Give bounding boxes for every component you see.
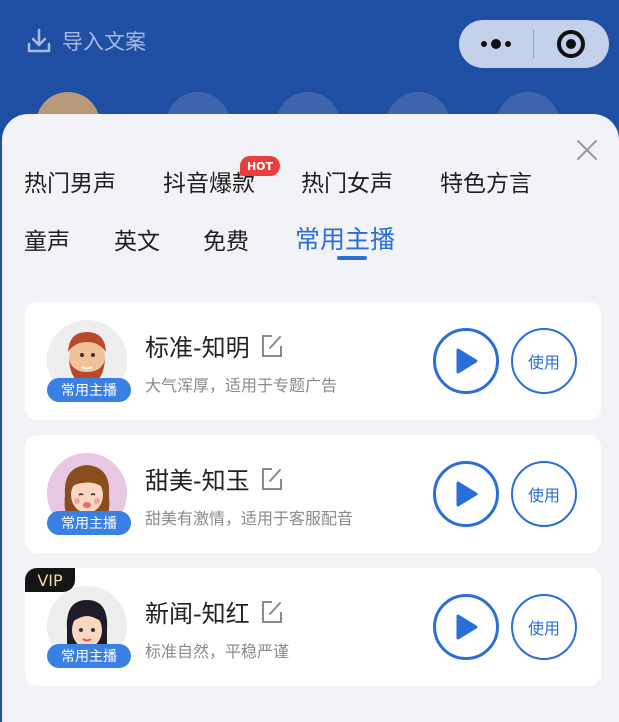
miniprogram-capsule xyxy=(459,20,609,68)
play-icon xyxy=(456,348,478,374)
active-tab-indicator xyxy=(337,256,367,260)
play-button[interactable] xyxy=(433,461,499,527)
tab-common-anchors[interactable]: 常用主播 xyxy=(295,220,395,256)
use-button[interactable]: 使用 xyxy=(511,328,577,394)
voice-picker-sheet: 热门男声 抖音爆款 HOT 热门女声 特色方言 童声 英文 免费 常用主播 常用… xyxy=(2,114,619,722)
edit-icon[interactable] xyxy=(258,465,286,493)
tab-dialects[interactable]: 特色方言 xyxy=(440,164,532,198)
voice-name: 新闻-知红 xyxy=(145,600,250,628)
voice-description: 标准自然，平稳严谨 xyxy=(145,642,290,661)
tab-children[interactable]: 童声 xyxy=(24,222,70,256)
tab-hot-male[interactable]: 热门男声 xyxy=(24,164,116,198)
use-button[interactable]: 使用 xyxy=(511,594,577,660)
avatar: 常用主播 xyxy=(47,453,131,537)
voice-card[interactable]: 常用主播 甜美-知玉 甜美有激情，适用于客服配音 使用 xyxy=(25,435,601,553)
import-copy-button[interactable]: 导入文案 xyxy=(24,26,146,56)
avatar: 常用主播 xyxy=(47,320,131,404)
voice-name: 标准-知明 xyxy=(145,334,250,362)
voice-name: 甜美-知玉 xyxy=(145,467,250,495)
voice-card[interactable]: 常用主播 标准-知明 大气浑厚，适用于专题广告 使用 xyxy=(25,302,601,420)
voice-description: 大气浑厚，适用于专题广告 xyxy=(145,376,338,395)
voice-description: 甜美有激情，适用于客服配音 xyxy=(145,509,354,528)
play-icon xyxy=(456,481,478,507)
common-anchor-badge: 常用主播 xyxy=(47,644,131,668)
app-header: 导入文案 xyxy=(0,0,619,156)
edit-icon[interactable] xyxy=(258,332,286,360)
more-options-button[interactable] xyxy=(459,20,533,68)
common-anchor-badge: 常用主播 xyxy=(47,511,131,535)
target-icon xyxy=(557,30,585,58)
close-icon[interactable] xyxy=(575,138,599,162)
tab-english[interactable]: 英文 xyxy=(114,222,160,256)
tab-hot-female[interactable]: 热门女声 xyxy=(301,164,393,198)
play-button[interactable] xyxy=(433,328,499,394)
avatar: 常用主播 xyxy=(47,586,131,670)
voice-card[interactable]: VIP 常用主播 新闻-知红 标准自然，平稳严谨 使用 xyxy=(25,568,601,686)
edit-icon[interactable] xyxy=(258,598,286,626)
play-button[interactable] xyxy=(433,594,499,660)
download-icon xyxy=(27,28,51,53)
import-copy-label: 导入文案 xyxy=(62,30,146,54)
play-icon xyxy=(456,614,478,640)
close-miniprogram-button[interactable] xyxy=(534,20,608,68)
tab-free[interactable]: 免费 xyxy=(203,222,249,256)
common-anchor-badge: 常用主播 xyxy=(47,378,131,402)
use-button[interactable]: 使用 xyxy=(511,461,577,527)
hot-badge: HOT xyxy=(240,156,280,176)
more-dots-icon xyxy=(481,41,487,47)
